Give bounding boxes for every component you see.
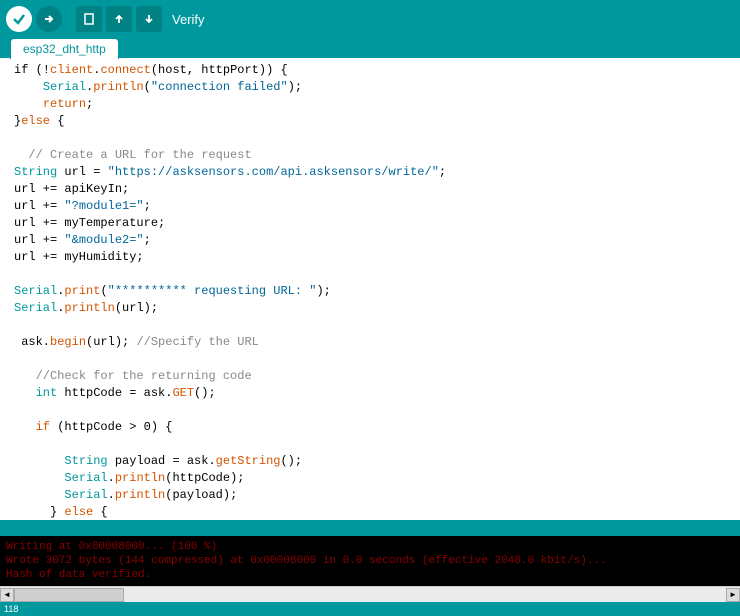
toolbar-label: Verify — [172, 12, 205, 27]
scroll-thumb[interactable] — [14, 588, 124, 602]
code-content: if (!client.connect(host, httpPort)) { S… — [0, 62, 740, 520]
arrow-down-icon — [142, 12, 156, 26]
arrow-up-icon — [112, 12, 126, 26]
line-number: 118 — [4, 604, 18, 614]
console-line: Hash of data verified. — [6, 568, 734, 582]
console-line: Wrote 3072 bytes (144 compressed) at 0x0… — [6, 554, 734, 568]
divider-bar — [0, 520, 740, 536]
upload-button[interactable] — [36, 6, 62, 32]
arrow-right-icon — [42, 12, 56, 26]
tab-bar: esp32_dht_http — [0, 38, 740, 58]
check-icon — [12, 12, 26, 26]
verify-button[interactable] — [6, 6, 32, 32]
console-line: Writing at 0x00008000... (100 %) — [6, 540, 734, 554]
code-editor[interactable]: if (!client.connect(host, httpPort)) { S… — [0, 58, 740, 520]
tab-label: esp32_dht_http — [23, 42, 106, 56]
new-button[interactable] — [76, 6, 102, 32]
toolbar: Verify — [0, 0, 740, 38]
status-bar: 118 — [0, 602, 740, 616]
sketch-tab[interactable]: esp32_dht_http — [10, 38, 119, 59]
scroll-left-icon[interactable]: ◄ — [0, 588, 14, 602]
scroll-track[interactable] — [14, 588, 726, 602]
file-icon — [82, 12, 96, 26]
open-button[interactable] — [106, 6, 132, 32]
console-output: Writing at 0x00008000... (100 %) Wrote 3… — [0, 536, 740, 586]
save-button[interactable] — [136, 6, 162, 32]
scroll-right-icon[interactable]: ► — [726, 588, 740, 602]
